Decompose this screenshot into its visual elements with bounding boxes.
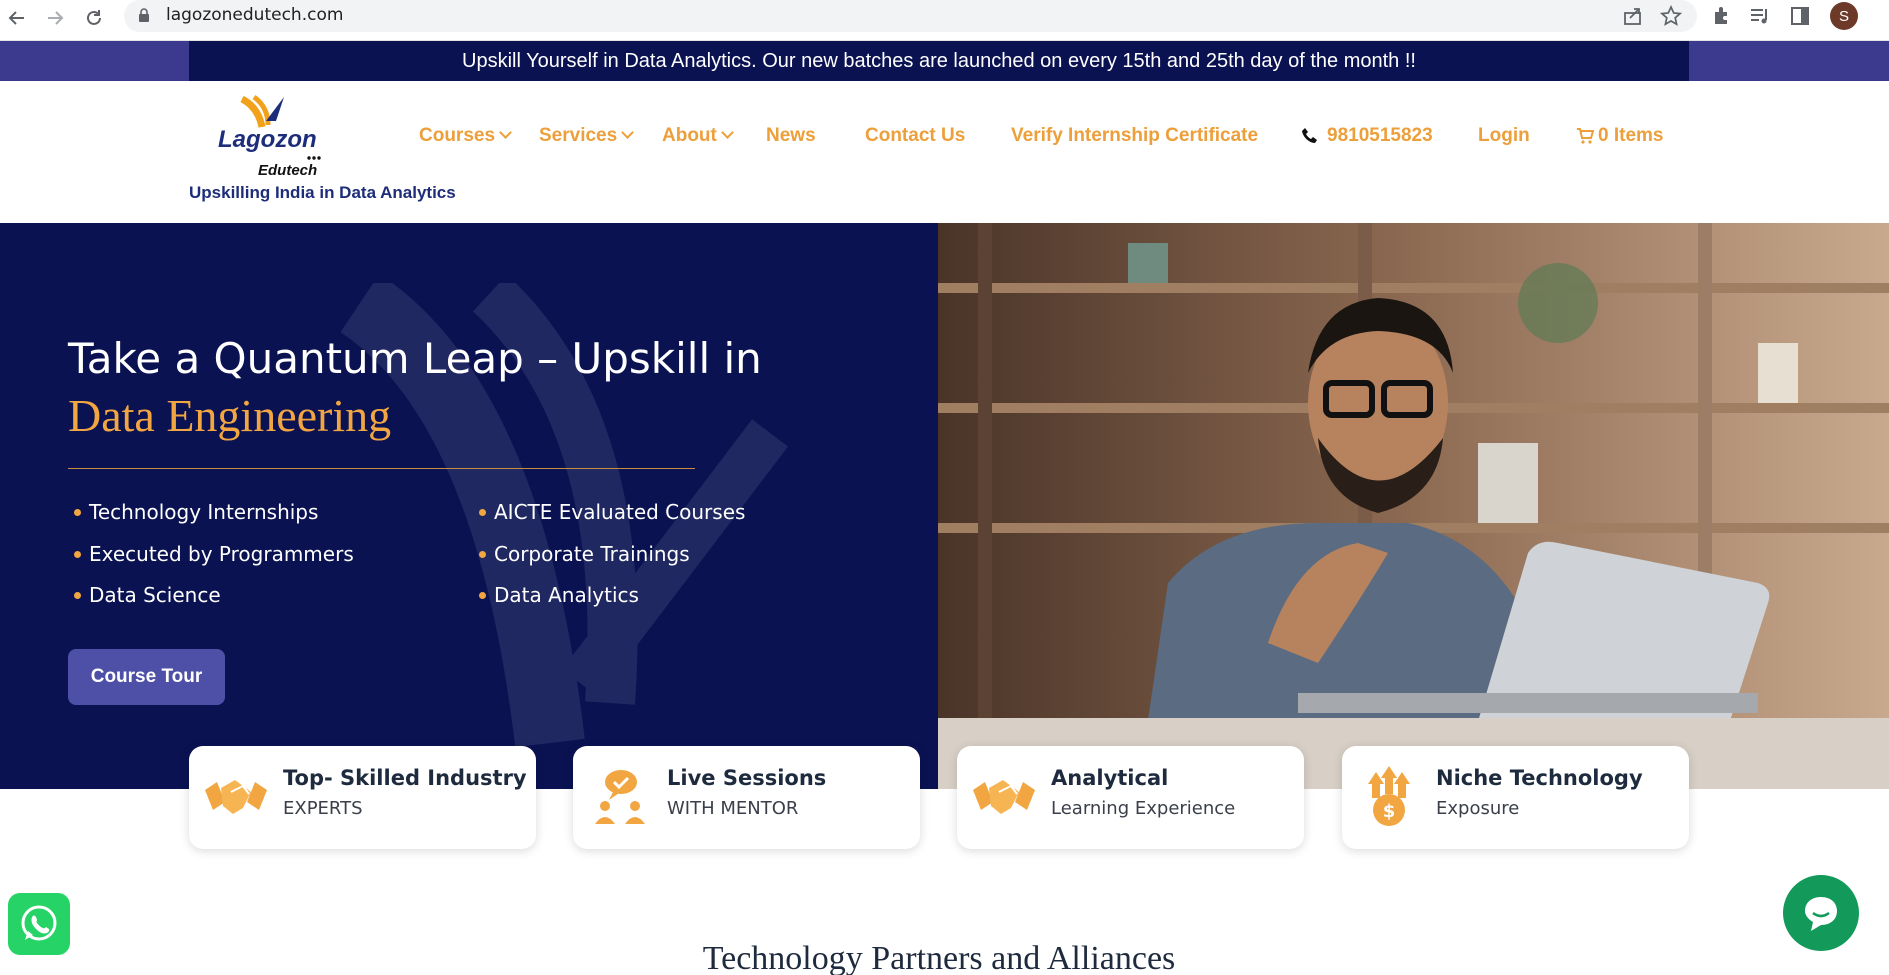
money-growth-icon: $ bbox=[1368, 766, 1410, 826]
bullet-icon bbox=[479, 550, 486, 558]
handshake-icon bbox=[205, 780, 267, 814]
course-tour-button[interactable]: Course Tour bbox=[68, 649, 225, 705]
live-chat-button[interactable] bbox=[1783, 875, 1859, 951]
partners-heading: Technology Partners and Alliances bbox=[702, 940, 1176, 975]
feature-card-experts[interactable]: Top- Skilled Industry EXPERTS bbox=[189, 746, 536, 849]
card-title: Niche Technology bbox=[1436, 766, 1643, 790]
card-title: Top- Skilled Industry bbox=[283, 766, 527, 790]
profile-avatar[interactable]: S bbox=[1830, 2, 1858, 30]
address-bar[interactable]: lagozonedutech.com bbox=[124, 0, 1697, 32]
nav-services-label: Services bbox=[539, 125, 618, 146]
feature-card-live-sessions[interactable]: Live Sessions WITH MENTOR bbox=[573, 746, 920, 849]
hero-subtitle: Data Engineering bbox=[68, 390, 392, 441]
announcement-text: Upskill Yourself in Data Analytics. Our … bbox=[189, 41, 1689, 81]
share-icon[interactable] bbox=[1622, 5, 1644, 27]
chevron-down-icon bbox=[499, 125, 512, 139]
chevron-down-icon bbox=[721, 125, 734, 139]
hero-section: Take a Quantum Leap – Upskill in Data En… bbox=[0, 223, 938, 789]
nav-verify-certificate[interactable]: Verify Internship Certificate bbox=[1011, 125, 1258, 147]
phone-icon bbox=[1302, 128, 1317, 143]
chevron-down-icon bbox=[621, 125, 635, 139]
site-tagline: Upskilling India in Data Analytics bbox=[189, 183, 456, 202]
hero-photo bbox=[938, 223, 1889, 789]
nav-phone[interactable]: 9810515823 bbox=[1301, 125, 1433, 147]
chat-icon bbox=[1805, 897, 1837, 931]
nav-news[interactable]: News bbox=[766, 125, 816, 147]
svg-text:Lagozon: Lagozon bbox=[218, 126, 317, 153]
bullet-icon bbox=[479, 508, 486, 516]
nav-about-label: About bbox=[662, 125, 717, 146]
card-title: Live Sessions bbox=[667, 766, 827, 790]
side-panel-icon[interactable] bbox=[1788, 4, 1812, 28]
feature-item: Data Science bbox=[74, 583, 221, 607]
feature-item: AICTE Evaluated Courses bbox=[479, 500, 745, 524]
card-title: Analytical bbox=[1051, 766, 1169, 790]
site-header: Lagozon Edutech Upskilling India in Data… bbox=[0, 81, 1889, 223]
cart-count: 0 Items bbox=[1598, 125, 1664, 146]
hero-divider bbox=[68, 468, 695, 469]
bullet-icon bbox=[74, 550, 81, 558]
announcement-strip: Upskill Yourself in Data Analytics. Our … bbox=[0, 41, 1889, 81]
extensions-puzzle-icon[interactable] bbox=[1710, 4, 1734, 28]
bullet-icon bbox=[74, 591, 81, 599]
forward-arrow-icon[interactable] bbox=[41, 4, 69, 32]
bookmark-star-icon[interactable] bbox=[1660, 5, 1682, 27]
url-text: lagozonedutech.com bbox=[166, 5, 344, 25]
feature-item: Technology Internships bbox=[74, 500, 318, 524]
nav-login[interactable]: Login bbox=[1478, 125, 1530, 147]
nav-cart[interactable]: 0 Items bbox=[1576, 125, 1663, 147]
card-subtitle: Exposure bbox=[1436, 798, 1520, 819]
card-subtitle: EXPERTS bbox=[283, 798, 363, 819]
nav-contact-us[interactable]: Contact Us bbox=[865, 125, 965, 147]
lagozon-logo[interactable]: Lagozon Edutech bbox=[210, 91, 335, 181]
feature-item: Executed by Programmers bbox=[74, 542, 354, 566]
reload-icon[interactable] bbox=[80, 4, 108, 32]
whatsapp-button[interactable] bbox=[8, 893, 70, 955]
card-subtitle: WITH MENTOR bbox=[667, 798, 799, 819]
nav-services[interactable]: Services bbox=[539, 125, 635, 147]
bullet-icon bbox=[479, 591, 486, 599]
handshake-icon bbox=[973, 780, 1035, 814]
svg-text:$: $ bbox=[1383, 801, 1396, 822]
lock-icon bbox=[139, 8, 149, 22]
bullet-icon bbox=[74, 508, 81, 516]
nav-courses-label: Courses bbox=[419, 125, 496, 146]
feature-item: Data Analytics bbox=[479, 583, 639, 607]
nav-courses[interactable]: Courses bbox=[419, 125, 512, 147]
phone-number: 9810515823 bbox=[1327, 125, 1433, 146]
back-arrow-icon[interactable] bbox=[3, 4, 31, 32]
browser-toolbar: lagozonedutech.com S bbox=[0, 0, 1889, 41]
nav-about[interactable]: About bbox=[662, 125, 734, 147]
hero-title: Take a Quantum Leap – Upskill in bbox=[68, 334, 762, 383]
feature-item: Corporate Trainings bbox=[479, 542, 690, 566]
feature-card-niche-technology[interactable]: $ Niche Technology Exposure bbox=[1342, 746, 1689, 849]
feature-card-analytical[interactable]: Analytical Learning Experience bbox=[957, 746, 1304, 849]
svg-text:Edutech: Edutech bbox=[258, 162, 317, 179]
whatsapp-icon bbox=[21, 905, 57, 941]
card-subtitle: Learning Experience bbox=[1051, 798, 1236, 819]
mentor-chat-icon bbox=[595, 770, 645, 824]
media-queue-icon[interactable] bbox=[1748, 4, 1772, 28]
cart-icon bbox=[1577, 128, 1594, 144]
